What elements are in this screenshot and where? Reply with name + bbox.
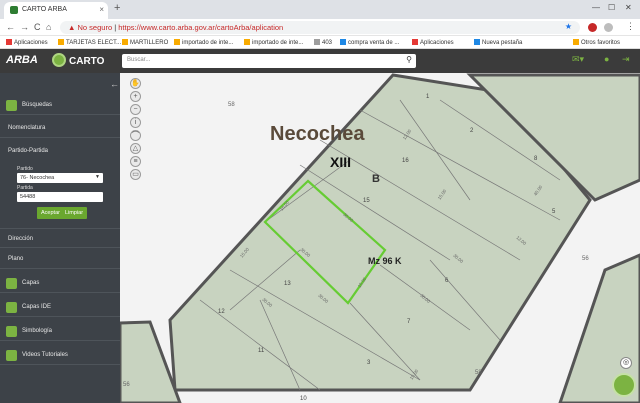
bookmark-item[interactable]: TARJETAS ELECT... (58, 39, 121, 46)
window-close-icon[interactable]: ✕ (625, 3, 632, 12)
url-text: https://www.carto.arba.gov.ar/cartoArba/… (118, 23, 284, 32)
chevron-down-icon: ▼ (95, 174, 100, 180)
area-icon[interactable]: △ (130, 143, 141, 154)
sidebar: ← Búsquedas Nomenclatura Partido-Partida… (0, 73, 120, 403)
partido-label: Partido (17, 166, 33, 172)
new-tab-button[interactable]: + (114, 2, 120, 14)
bookmark-item[interactable]: importado de inte... (244, 39, 303, 46)
close-tab-icon[interactable]: × (99, 5, 104, 14)
sidebar-item-direccion[interactable]: Dirección (0, 228, 120, 248)
cadastral-map: Necochea XIII B Mz 96 K 1 2 3 5 6 7 8 10… (120, 73, 640, 403)
extension-icon[interactable] (604, 23, 613, 32)
home-icon[interactable]: ⌂ (46, 22, 51, 32)
bookmark-item[interactable]: 403 (314, 39, 332, 46)
zoom-out-icon[interactable]: − (130, 104, 141, 115)
reload-icon[interactable]: C (34, 22, 41, 32)
browser-tabstrip: CARTO ARBA × + — ☐ ✕ (0, 0, 640, 19)
insecure-label: No seguro (77, 23, 113, 32)
search-input[interactable]: Buscar... ⚲ (122, 54, 416, 68)
collapse-sidebar-icon[interactable]: ← (110, 79, 119, 89)
app-header: ARBA CARTO Buscar... ⚲ ✉▾ ● ⇥ (0, 49, 640, 73)
extension-adblock-icon[interactable] (588, 23, 597, 32)
print-icon[interactable]: ▭ (130, 169, 141, 180)
back-icon[interactable]: ← (6, 22, 15, 32)
circ-label: B (372, 173, 380, 185)
locate-icon[interactable]: ◎ (620, 357, 632, 369)
layers-ide-icon (6, 302, 17, 313)
parcel-number: 10 (300, 396, 307, 402)
sidebar-item-plano[interactable]: Plano (0, 249, 120, 269)
help-icon[interactable]: ● (604, 54, 609, 64)
layer-switch-icon[interactable]: ≡ (130, 156, 141, 167)
warning-icon: ▲ (68, 23, 78, 32)
parcel-number: 12 (218, 309, 225, 315)
video-play-icon (6, 350, 17, 361)
bookmark-item[interactable]: compra venta de ... (340, 39, 399, 46)
address-bar: ← → C ⌂ ▲ No seguro | https://www.carto.… (0, 19, 640, 36)
other-bookmarks[interactable]: Otros favoritos (573, 39, 620, 46)
partida-label: Partida (17, 185, 33, 191)
sidebar-item-simbologia[interactable]: Simbología (0, 321, 120, 341)
arba-logo: ARBA (6, 54, 38, 66)
sidebar-item-nomenclatura[interactable]: Nomenclatura (0, 118, 120, 138)
tab-title: CARTO ARBA (22, 6, 67, 13)
browser-tab[interactable]: CARTO ARBA × (4, 2, 108, 19)
bookmark-star-icon[interactable]: ★ (565, 22, 572, 31)
street-number: 56 (123, 382, 130, 388)
partido-select[interactable]: 76- Necochea ▼ (17, 173, 103, 183)
measure-icon[interactable]: ⌒ (130, 130, 141, 141)
sidebar-item-partido-partida[interactable]: Partido-Partida (0, 141, 120, 161)
sidebar-item-videos[interactable]: Videos Tutoriales (0, 345, 120, 365)
street-number: 58 (475, 370, 482, 376)
section-label: XIII (330, 154, 351, 170)
sidebar-item-busquedas[interactable]: Búsquedas (0, 95, 120, 115)
aceptar-button[interactable]: Aceptar (37, 207, 64, 219)
carto-logo: CARTO (52, 53, 104, 67)
minimize-icon[interactable]: — (592, 3, 600, 12)
zoom-in-icon[interactable]: + (130, 91, 141, 102)
street-number: 56 (582, 256, 589, 262)
street-number: 58 (228, 102, 235, 108)
mail-icon[interactable]: ✉▾ (572, 54, 584, 65)
carto-globe-icon (52, 53, 66, 67)
search-icon[interactable]: ⚲ (406, 55, 412, 64)
parcel-number: 11 (258, 348, 265, 354)
map-toolbar: ✋ + − i ⌒ △ ≡ ▭ (130, 78, 142, 182)
manzana-label: Mz 96 K (368, 256, 402, 266)
binoculars-icon (6, 100, 17, 111)
bookmark-item[interactable]: importado de inte... (174, 39, 233, 46)
carto-corner-logo (612, 373, 636, 397)
browser-menu-icon[interactable]: ⋮ (626, 21, 635, 32)
pan-hand-icon[interactable]: ✋ (130, 78, 141, 89)
city-label: Necochea (270, 123, 365, 145)
parcel-number: 16 (402, 158, 409, 164)
bookmarks-bar: Aplicaciones TARJETAS ELECT... MARTILLER… (0, 36, 640, 49)
bookmark-item[interactable]: Aplicaciones (6, 39, 48, 46)
url-field[interactable]: ▲ No seguro | https://www.carto.arba.gov… (60, 21, 580, 34)
logout-icon[interactable]: ⇥ (622, 54, 630, 65)
bookmark-item[interactable]: MARTILLERO (122, 39, 168, 46)
maximize-icon[interactable]: ☐ (608, 3, 615, 12)
parcel-number: 15 (363, 198, 370, 204)
limpiar-button[interactable]: Limpiar (61, 207, 88, 219)
partida-input[interactable]: 54488 (17, 192, 103, 202)
sidebar-item-capas-ide[interactable]: Capas IDE (0, 297, 120, 317)
symbology-icon (6, 326, 17, 337)
carto-favicon-icon (10, 6, 18, 14)
layers-icon (6, 278, 17, 289)
forward-icon[interactable]: → (20, 22, 29, 32)
sidebar-item-capas[interactable]: Capas (0, 273, 120, 293)
info-icon[interactable]: i (130, 117, 141, 128)
bookmark-item[interactable]: Nueva pestaña (474, 39, 522, 46)
parcel-number: 13 (284, 281, 291, 287)
map-canvas[interactable]: Necochea XIII B Mz 96 K 1 2 3 5 6 7 8 10… (120, 73, 640, 403)
bookmark-item[interactable]: Aplicaciones (412, 39, 454, 46)
